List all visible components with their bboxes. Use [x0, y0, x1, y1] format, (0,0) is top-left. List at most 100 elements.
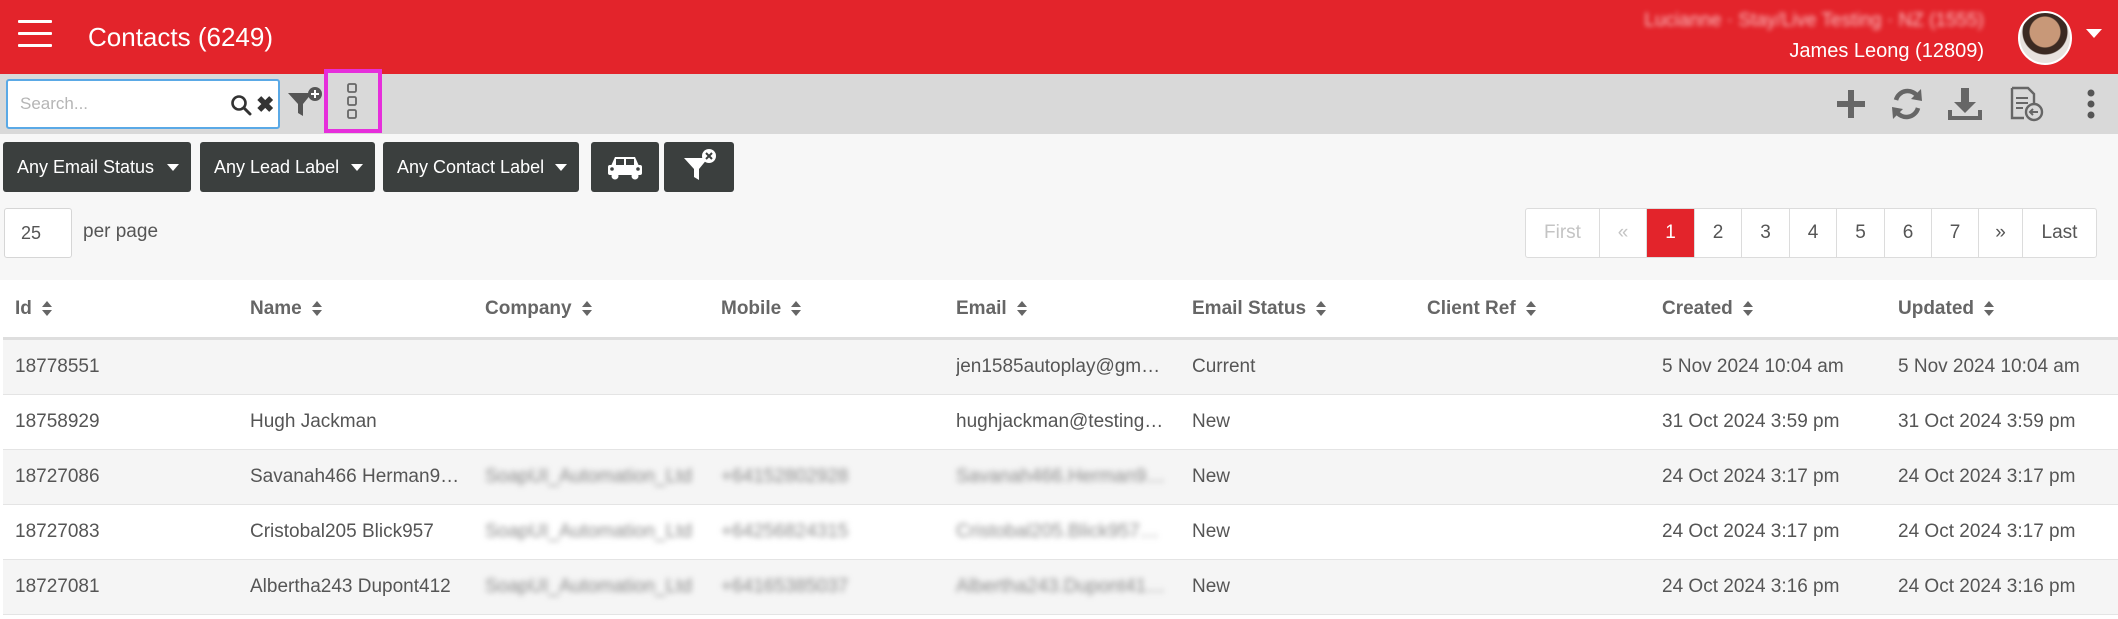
chevron-down-icon: [555, 164, 567, 171]
column-header-created[interactable]: Created: [1662, 298, 1753, 320]
cell-name: Cristobal205 Blick957: [250, 521, 434, 542]
sort-icon: [791, 300, 802, 317]
user-menu-chevron-down-icon[interactable]: [2086, 29, 2102, 38]
cell-created: 24 Oct 2024 3:17 pm: [1662, 466, 1840, 487]
filter-bar: Any Email Status Any Lead Label Any Cont…: [0, 134, 2118, 204]
cell-mobile: +64165385037: [721, 576, 849, 597]
page-4[interactable]: 4: [1790, 209, 1837, 257]
cell-id: 18727081: [15, 576, 100, 597]
page-prev[interactable]: «: [1600, 209, 1647, 257]
cell-email: jen1585autoplay@gmail.com: [956, 356, 1166, 377]
page-2[interactable]: 2: [1695, 209, 1742, 257]
cell-created: 24 Oct 2024 3:17 pm: [1662, 521, 1840, 542]
cell-id: 18778551: [15, 356, 100, 377]
add-filter-icon[interactable]: [286, 85, 324, 123]
cell-email-status: New: [1192, 521, 1231, 542]
cell-updated: 24 Oct 2024 3:16 pm: [1898, 576, 2076, 597]
page-3[interactable]: 3: [1742, 209, 1790, 257]
table-body: 18778551 jen1585autoplay@gmail.com Curre…: [3, 340, 2118, 615]
cell-company: SoapUI_Automation_Ltd: [485, 576, 693, 597]
cell-id: 18727083: [15, 521, 100, 542]
cell-email: Cristobal205.Blick957@example.com: [956, 521, 1166, 542]
sort-icon: [1525, 300, 1536, 317]
sort-icon: [311, 300, 322, 317]
contact-label-filter-label: Any Contact Label: [397, 157, 545, 177]
cell-company: SoapUI_Automation_Ltd: [485, 466, 693, 487]
column-header-name[interactable]: Name: [250, 298, 322, 320]
vertical-dots-icon: [347, 83, 357, 119]
chevron-down-icon: [167, 164, 179, 171]
email-status-filter-label: Any Email Status: [17, 157, 155, 177]
cell-name: Albertha243 Dupont412: [250, 576, 451, 597]
cell-email-status: New: [1192, 576, 1231, 597]
email-status-filter[interactable]: Any Email Status: [3, 142, 191, 192]
page-7[interactable]: 7: [1932, 209, 1979, 257]
avatar[interactable]: [2018, 11, 2072, 65]
cell-email-status: New: [1192, 411, 1231, 432]
page-1[interactable]: 1: [1647, 209, 1695, 257]
search-icon[interactable]: [230, 94, 252, 116]
cell-updated: 24 Oct 2024 3:17 pm: [1898, 521, 2076, 542]
table-row[interactable]: 18758929 Hugh Jackman hughjackman@testin…: [3, 395, 2118, 450]
cell-mobile: +64152802928: [721, 466, 849, 487]
table-row[interactable]: 18727083 Cristobal205 Blick957 SoapUI_Au…: [3, 505, 2118, 560]
page-title: Contacts (6249): [88, 22, 273, 52]
clear-filters-button[interactable]: [664, 142, 734, 192]
refresh-icon[interactable]: [1888, 84, 1926, 124]
table-header: Id Name Company Mobile Email Email Statu…: [3, 280, 2118, 340]
column-header-client-ref[interactable]: Client Ref: [1427, 298, 1536, 320]
import-file-icon[interactable]: [2006, 84, 2044, 124]
table-row[interactable]: 18778551 jen1585autoplay@gmail.com Curre…: [3, 340, 2118, 395]
clear-search-icon[interactable]: ✖: [256, 92, 274, 118]
table-row[interactable]: 18727081 Albertha243 Dupont412 SoapUI_Au…: [3, 560, 2118, 615]
sort-icon: [581, 300, 592, 317]
per-page-input[interactable]: 25: [4, 208, 72, 258]
lead-label-filter[interactable]: Any Lead Label: [200, 142, 375, 192]
table-row[interactable]: 18727086 Savanah466 Herman900 SoapUI_Aut…: [3, 450, 2118, 505]
cell-updated: 31 Oct 2024 3:59 pm: [1898, 411, 2076, 432]
cell-created: 31 Oct 2024 3:59 pm: [1662, 411, 1840, 432]
column-header-id[interactable]: Id: [15, 298, 52, 320]
cell-name: Savanah466 Herman900: [250, 466, 460, 487]
search-box: ✖: [6, 79, 280, 129]
cell-created: 5 Nov 2024 10:04 am: [1662, 356, 1844, 377]
column-header-updated[interactable]: Updated: [1898, 298, 1994, 320]
car-icon: [608, 157, 642, 180]
download-icon[interactable]: [1946, 84, 1984, 124]
more-options-icon[interactable]: [2072, 84, 2110, 124]
column-header-company[interactable]: Company: [485, 298, 592, 320]
cell-name: Hugh Jackman: [250, 411, 377, 432]
cell-updated: 5 Nov 2024 10:04 am: [1898, 356, 2080, 377]
cell-mobile: +64256824315: [721, 521, 849, 542]
hamburger-menu-icon[interactable]: [18, 20, 52, 50]
column-header-email[interactable]: Email: [956, 298, 1027, 320]
cell-id: 18758929: [15, 411, 100, 432]
cell-email: Albertha243.Dupont412@example.com: [956, 576, 1166, 597]
column-chooser-button[interactable]: [324, 69, 382, 133]
sort-icon: [1016, 300, 1027, 317]
contacts-table: Id Name Company Mobile Email Email Statu…: [3, 280, 2118, 615]
vehicle-filter-button[interactable]: [591, 142, 659, 192]
pagination: First « 1 2 3 4 5 6 7 » Last: [1525, 208, 2097, 258]
column-header-email-status[interactable]: Email Status: [1192, 298, 1327, 320]
page-next[interactable]: »: [1979, 209, 2023, 257]
cell-company: SoapUI_Automation_Ltd: [485, 521, 693, 542]
user-name[interactable]: James Leong (12809): [1789, 40, 1984, 63]
account-info[interactable]: Lucianne · Stay/Live Testing · NZ (1555): [1644, 10, 1984, 32]
cell-id: 18727086: [15, 466, 100, 487]
column-header-mobile[interactable]: Mobile: [721, 298, 802, 320]
cell-email-status: New: [1192, 466, 1231, 487]
per-page-label: per page: [83, 221, 159, 242]
page-first[interactable]: First: [1526, 209, 1600, 257]
page-6[interactable]: 6: [1885, 209, 1932, 257]
sort-icon: [41, 300, 52, 317]
sort-icon: [1316, 300, 1327, 317]
search-input[interactable]: [20, 91, 220, 117]
app-header: Contacts (6249) Lucianne · Stay/Live Tes…: [0, 0, 2118, 74]
page-5[interactable]: 5: [1837, 209, 1885, 257]
sort-icon: [1984, 300, 1994, 317]
add-icon[interactable]: [1832, 84, 1870, 124]
contact-label-filter[interactable]: Any Contact Label: [383, 142, 579, 192]
page-last[interactable]: Last: [2023, 209, 2096, 257]
toolbar: ✖: [0, 74, 2118, 134]
